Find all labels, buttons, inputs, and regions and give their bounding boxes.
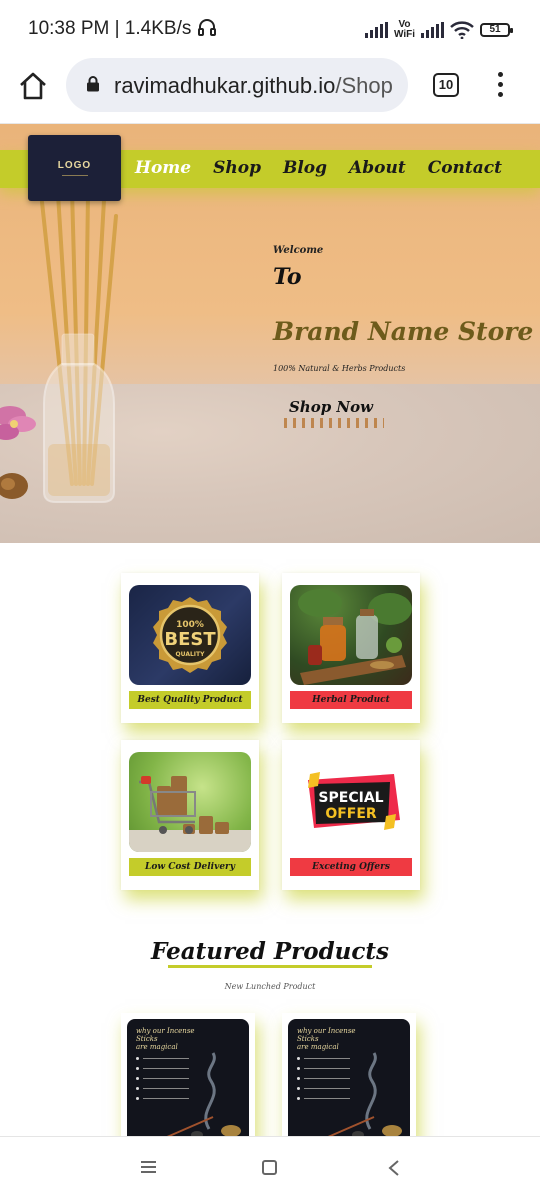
nav-about[interactable]: About bbox=[349, 158, 406, 178]
feature-card-delivery[interactable]: Low Cost Delivery bbox=[121, 740, 259, 890]
nav-shop[interactable]: Shop bbox=[213, 158, 261, 178]
special-offer-image: SPECIAL OFFER bbox=[290, 752, 412, 852]
incense-smoke-illustration bbox=[327, 1052, 402, 1139]
main-nav: Home Shop Blog About Contact bbox=[135, 158, 502, 178]
recent-apps-icon[interactable] bbox=[141, 1161, 156, 1173]
featured-title-underline bbox=[168, 965, 372, 968]
back-chevron-icon[interactable] bbox=[387, 1159, 401, 1177]
feature-card-herbal[interactable]: Herbal Product bbox=[282, 573, 420, 723]
special-offer-badge: SPECIAL OFFER bbox=[308, 772, 400, 830]
kebab-menu-icon[interactable] bbox=[496, 72, 504, 100]
nav-home[interactable]: Home bbox=[135, 158, 191, 178]
cart-coins-illustration bbox=[129, 776, 251, 852]
hero-brand-name: Brand Name Store bbox=[273, 317, 534, 346]
signal-icon-2 bbox=[421, 22, 444, 38]
product-card-2[interactable]: why our Incense Sticks are magical bbox=[282, 1013, 416, 1143]
product-image: why our Incense Sticks are magical bbox=[127, 1019, 249, 1143]
svg-text:OFFER: OFFER bbox=[325, 806, 377, 822]
product-card-1[interactable]: why our Incense Sticks are magical bbox=[121, 1013, 255, 1143]
best-quality-image: 100% BEST QUALITY bbox=[129, 585, 251, 685]
status-bar: 10:38 PM | 1.4KB/s Vo WiFi 51 bbox=[0, 0, 540, 58]
hero-banner: LOGO Home Shop Blog About Contact Welcom… bbox=[0, 124, 540, 543]
nav-blog[interactable]: Blog bbox=[283, 158, 327, 178]
svg-text:QUALITY: QUALITY bbox=[176, 651, 206, 658]
lock-icon bbox=[87, 76, 99, 92]
feature-label: Exceting Offers bbox=[290, 858, 412, 876]
featured-products-title: Featured Products bbox=[151, 938, 389, 965]
url-text: ravimadhukar.github.io/Shop bbox=[114, 73, 393, 98]
status-time-speed: 10:38 PM | 1.4KB/s bbox=[28, 18, 217, 40]
herbal-product-image bbox=[290, 585, 412, 685]
signal-icon bbox=[364, 22, 388, 38]
herbal-jars-illustration bbox=[298, 589, 412, 685]
tab-switcher-button[interactable]: 10 bbox=[433, 73, 459, 97]
incense-smoke-illustration bbox=[166, 1052, 241, 1139]
address-bar[interactable]: ravimadhukar.github.io/Shop bbox=[66, 58, 408, 112]
quality-badge-icon: 100% BEST QUALITY bbox=[153, 597, 227, 673]
vowifi-label: Vo WiFi bbox=[393, 19, 415, 40]
feature-label: Herbal Product bbox=[290, 691, 412, 709]
browser-toolbar: ravimadhukar.github.io/Shop 10 bbox=[0, 58, 540, 124]
home-icon[interactable] bbox=[18, 71, 48, 101]
feature-label: Low Cost Delivery bbox=[129, 858, 251, 876]
product-image: why our Incense Sticks are magical bbox=[288, 1019, 410, 1143]
status-icons: Vo WiFi 51 bbox=[364, 18, 513, 42]
feature-label: Best Quality Product bbox=[129, 691, 251, 709]
square-home-icon[interactable] bbox=[262, 1160, 277, 1175]
hero-to: To bbox=[273, 264, 302, 290]
svg-text:SPECIAL: SPECIAL bbox=[318, 790, 383, 806]
svg-text:BEST: BEST bbox=[164, 629, 216, 650]
low-cost-delivery-image bbox=[129, 752, 251, 852]
system-navigation-bar bbox=[0, 1136, 540, 1200]
shop-now-sparkle-decoration bbox=[284, 418, 384, 428]
site-logo[interactable]: LOGO bbox=[28, 135, 121, 201]
hero-welcome: Welcome bbox=[273, 245, 324, 256]
wifi-icon bbox=[450, 21, 474, 39]
hero-tagline: 100% Natural & Herbs Products bbox=[273, 364, 406, 373]
headphones-icon bbox=[197, 19, 216, 36]
nav-contact[interactable]: Contact bbox=[428, 158, 502, 178]
feature-card-offers[interactable]: SPECIAL OFFER Exceting Offers bbox=[282, 740, 420, 890]
battery-icon: 51 bbox=[480, 23, 513, 37]
feature-card-best-quality[interactable]: 100% BEST QUALITY Best Quality Product bbox=[121, 573, 259, 723]
featured-products-subtitle: New Lunched Product bbox=[224, 982, 316, 991]
